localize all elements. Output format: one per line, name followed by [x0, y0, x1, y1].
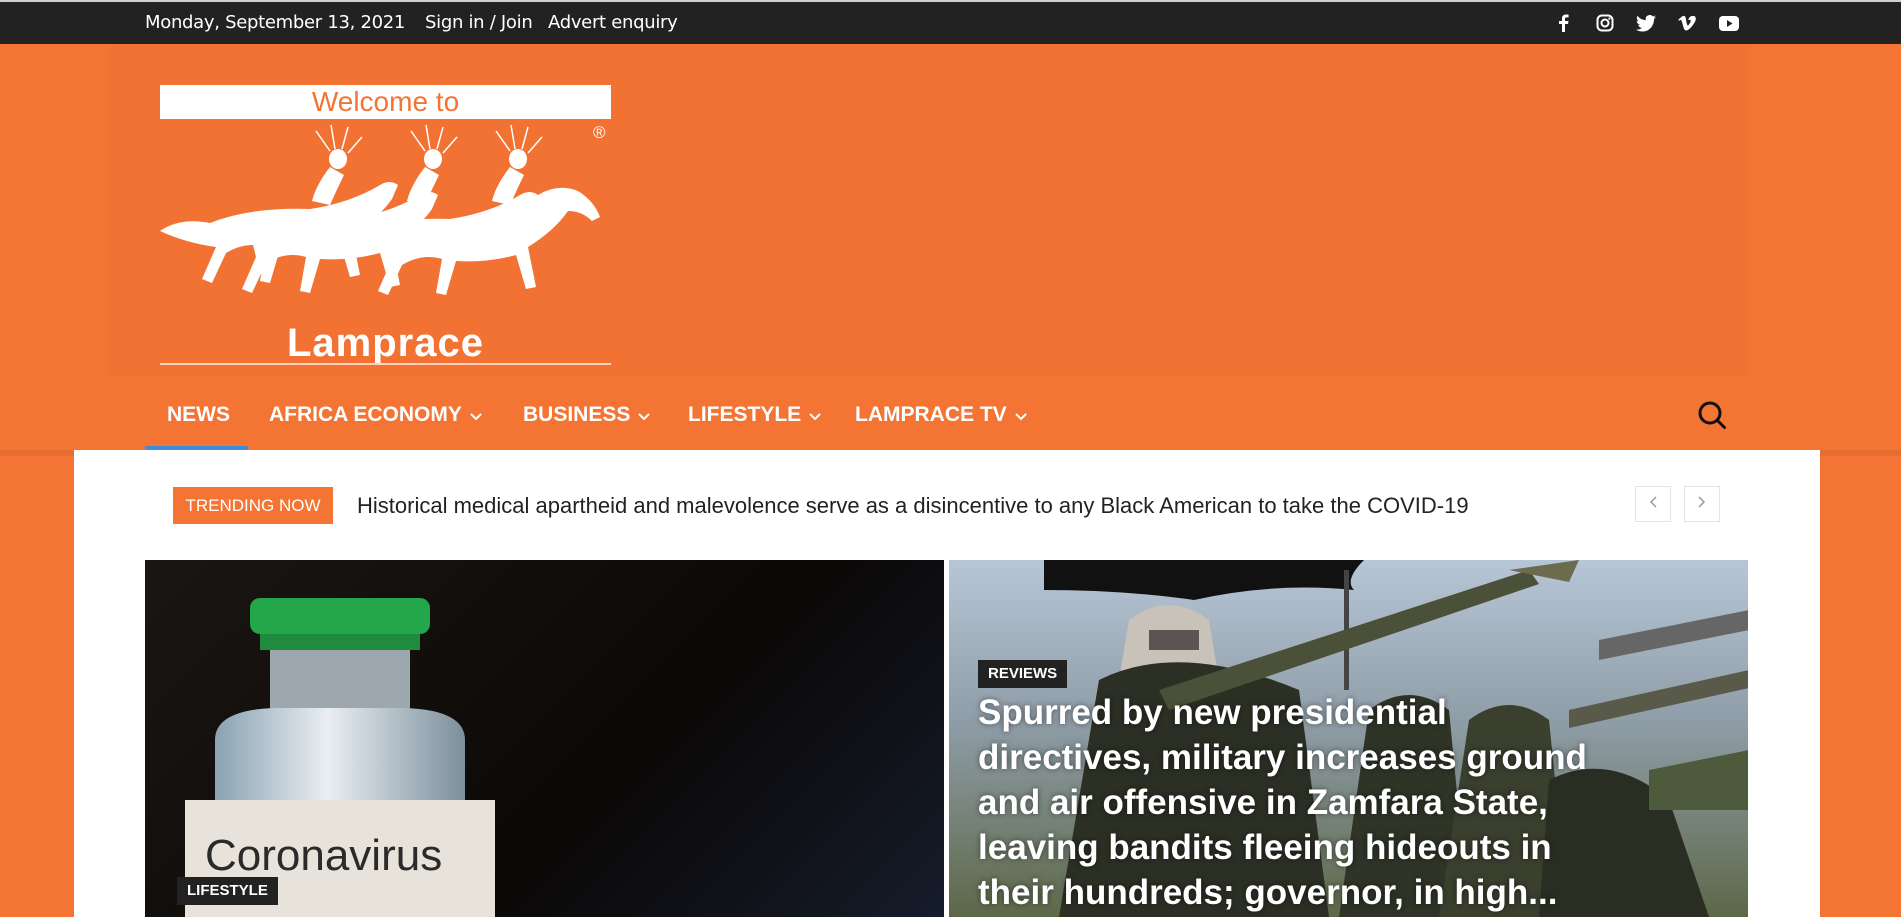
nav-lifestyle-label: LIFESTYLE [688, 403, 802, 426]
logo-underline [160, 363, 611, 365]
nav-africa-economy-label: AFRICA ECONOMY [269, 403, 462, 426]
trending-headline-link[interactable]: Historical medical apartheid and malevol… [357, 487, 1469, 524]
featured-post-title[interactable]: Spurred by new presidential directives, … [978, 690, 1628, 915]
site-logo[interactable]: Welcome to ® Lamprace [160, 85, 611, 366]
chevron-left-icon [1649, 495, 1657, 513]
category-badge[interactable]: REVIEWS [978, 660, 1068, 688]
horse-riders-logo-graphic [160, 124, 600, 295]
trending-next-button[interactable] [1684, 486, 1720, 522]
top-bar: Monday, September 13, 2021 Sign in / Joi… [0, 0, 1901, 44]
instagram-icon[interactable] [1592, 11, 1618, 35]
vaccine-vial-image: Coronavirus [185, 598, 495, 917]
chevron-down-icon [1014, 386, 1027, 444]
current-date: Monday, September 13, 2021 [145, 12, 406, 33]
chevron-down-icon [638, 386, 651, 444]
chevron-right-icon [1698, 495, 1706, 513]
nav-africa-economy[interactable]: AFRICA ECONOMY [269, 386, 482, 450]
featured-post-lifestyle[interactable]: Coronavirus LIFESTYLE [145, 560, 944, 917]
logo-brand-name: Lamprace [287, 321, 484, 365]
chevron-down-icon [809, 386, 821, 444]
chevron-down-icon [470, 386, 482, 444]
facebook-icon[interactable] [1550, 11, 1576, 35]
nav-business-label: BUSINESS [523, 403, 631, 426]
nav-news-label: NEWS [167, 403, 230, 426]
vimeo-icon[interactable] [1674, 11, 1700, 35]
nav-lamprace-tv[interactable]: LAMPRACE TV [855, 386, 1027, 450]
nav-lifestyle[interactable]: LIFESTYLE [688, 386, 821, 450]
search-icon[interactable] [1697, 400, 1727, 430]
twitter-icon[interactable] [1633, 11, 1659, 35]
trending-now-label: TRENDING NOW [173, 487, 333, 524]
nav-business[interactable]: BUSINESS [523, 386, 651, 450]
nav-news[interactable]: NEWS [167, 386, 230, 450]
advert-enquiry-link[interactable]: Advert enquiry [548, 2, 678, 44]
logo-banner: Welcome to [160, 85, 611, 119]
category-badge[interactable]: LIFESTYLE [177, 877, 278, 905]
nav-lamprace-tv-label: LAMPRACE TV [855, 403, 1007, 426]
youtube-icon[interactable] [1716, 11, 1742, 35]
sign-in-link[interactable]: Sign in / Join [425, 2, 533, 44]
trending-prev-button[interactable] [1635, 486, 1671, 522]
vial-label-text: Coronavirus [205, 831, 442, 880]
